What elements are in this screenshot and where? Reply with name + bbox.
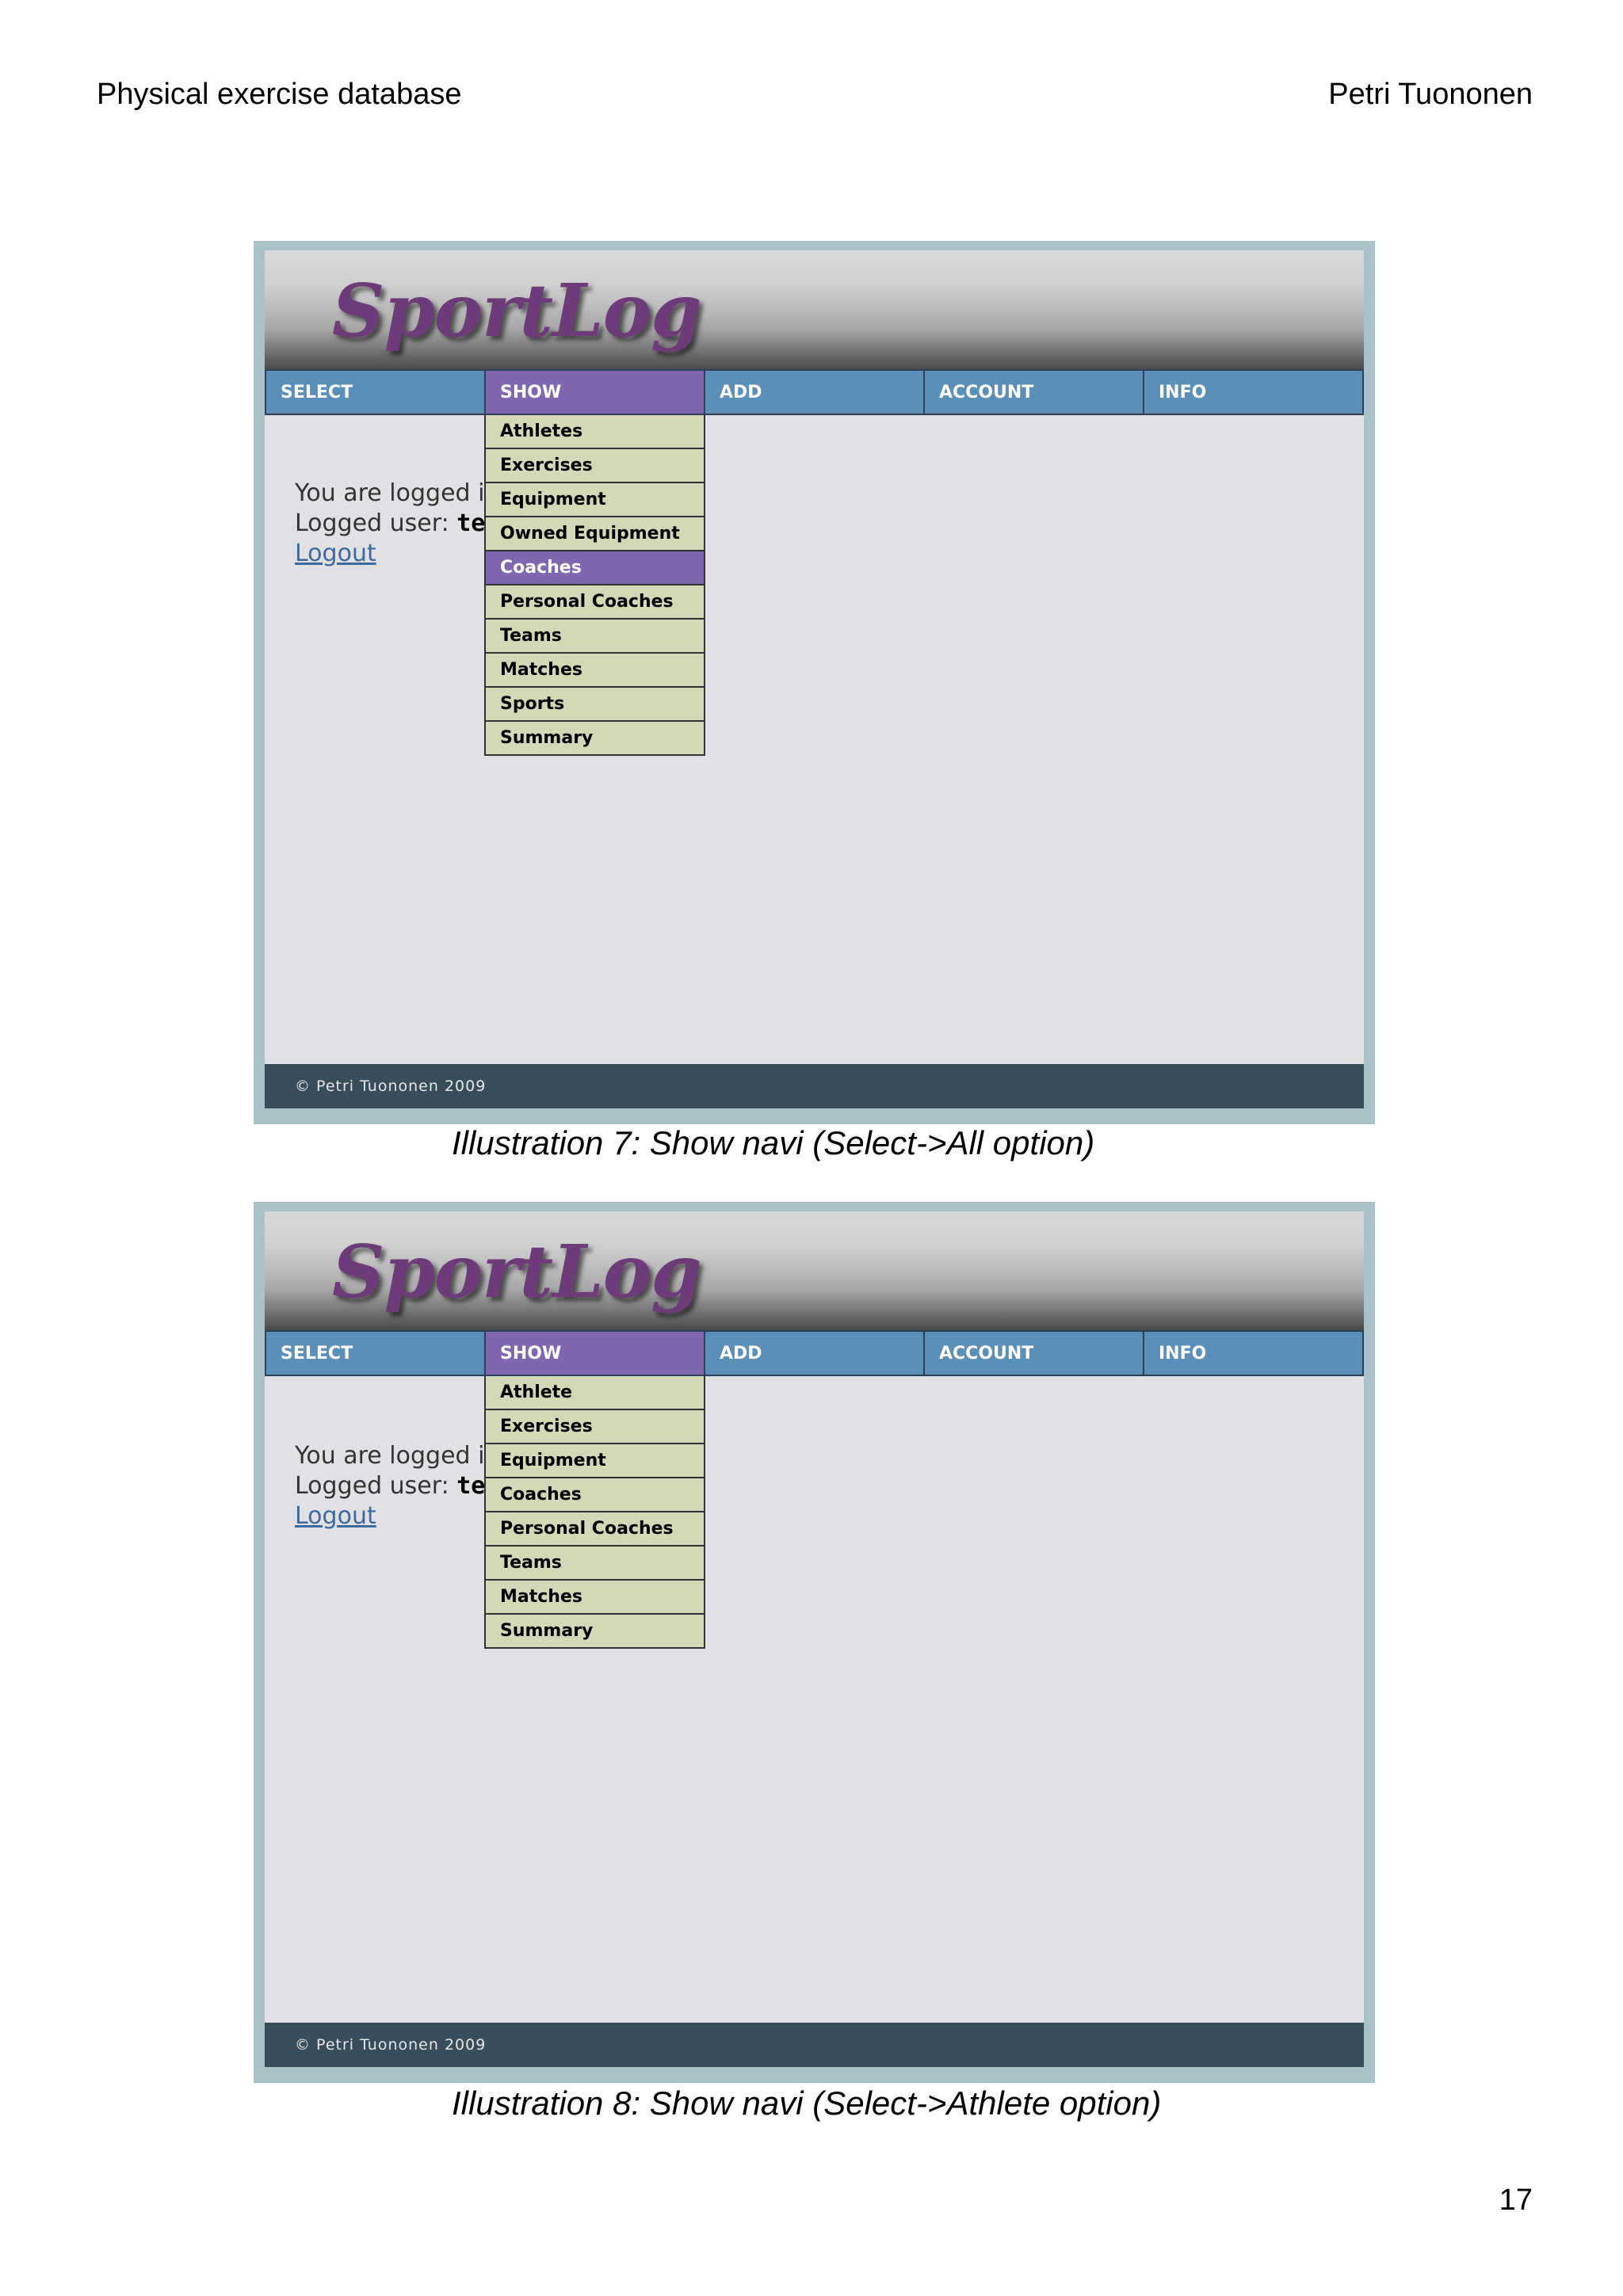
document-header-title: Physical exercise database	[97, 78, 462, 111]
page-number: 17	[1499, 2183, 1533, 2217]
main-nav: SELECT SHOW ADD ACCOUNT INFO	[265, 1330, 1364, 1376]
nav-show[interactable]: SHOW	[486, 1332, 705, 1375]
logout-link[interactable]: Logout	[295, 539, 484, 569]
menu-item-athletes[interactable]: Athletes	[486, 415, 704, 449]
menu-item-coaches[interactable]: Coaches	[486, 1478, 704, 1512]
nav-add[interactable]: ADD	[705, 1332, 925, 1375]
banner: SportLog	[265, 1211, 1364, 1330]
menu-item-owned-equipment[interactable]: Owned Equipment	[486, 517, 704, 551]
show-dropdown-menu: Athletes Exercises Equipment Owned Equip…	[484, 415, 705, 756]
menu-item-summary[interactable]: Summary	[486, 1615, 704, 1649]
nav-info[interactable]: INFO	[1144, 1332, 1364, 1375]
logged-user-name: test	[456, 1472, 484, 1500]
menu-item-teams[interactable]: Teams	[486, 620, 704, 654]
sportlog-logo: SportLog	[332, 1229, 701, 1314]
menu-item-athlete[interactable]: Athlete	[486, 1376, 704, 1410]
logout-link[interactable]: Logout	[295, 1501, 484, 1531]
document-header-author: Petri Tuononen	[1328, 78, 1533, 111]
menu-item-personal-coaches[interactable]: Personal Coaches	[486, 1512, 704, 1547]
logged-user-name: test	[456, 509, 484, 537]
nav-show[interactable]: SHOW	[486, 371, 705, 414]
menu-item-summary[interactable]: Summary	[486, 722, 704, 756]
menu-item-personal-coaches[interactable]: Personal Coaches	[486, 585, 704, 620]
login-message: You are logged in	[295, 479, 484, 507]
illustration-8-screenshot: SportLog SELECT SHOW ADD ACCOUNT INFO Yo…	[254, 1202, 1375, 2083]
login-message: You are logged in	[295, 1442, 484, 1470]
menu-item-coaches[interactable]: Coaches	[486, 551, 704, 585]
illustration-7-caption: Illustration 7: Show navi (Select->All o…	[452, 1124, 1095, 1161]
logged-user-label: Logged user:	[295, 1472, 449, 1500]
app-footer: © Petri Tuononen 2009	[265, 1064, 1364, 1108]
menu-item-matches[interactable]: Matches	[486, 654, 704, 688]
nav-select[interactable]: SELECT	[265, 371, 486, 414]
banner: SportLog	[265, 250, 1364, 369]
main-nav: SELECT SHOW ADD ACCOUNT INFO	[265, 369, 1364, 415]
sportlog-app: SportLog SELECT SHOW ADD ACCOUNT INFO Yo…	[265, 250, 1364, 1108]
menu-item-matches[interactable]: Matches	[486, 1581, 704, 1615]
logged-user-line: Logged user: test	[295, 1471, 484, 1501]
menu-item-equipment[interactable]: Equipment	[486, 483, 704, 517]
menu-item-teams[interactable]: Teams	[486, 1547, 704, 1581]
app-footer: © Petri Tuononen 2009	[265, 2023, 1364, 2067]
login-status: You are logged in Logged user: test Logo…	[295, 1441, 484, 1531]
nav-add[interactable]: ADD	[705, 371, 925, 414]
nav-account[interactable]: ACCOUNT	[925, 1332, 1144, 1375]
logged-user-label: Logged user:	[295, 509, 449, 537]
sportlog-logo: SportLog	[332, 268, 701, 353]
nav-account[interactable]: ACCOUNT	[925, 371, 1144, 414]
sportlog-app: SportLog SELECT SHOW ADD ACCOUNT INFO Yo…	[265, 1211, 1364, 2067]
show-dropdown-menu: Athlete Exercises Equipment Coaches Pers…	[484, 1376, 705, 1649]
menu-item-exercises[interactable]: Exercises	[486, 1410, 704, 1444]
logged-user-line: Logged user: test	[295, 509, 484, 539]
illustration-7-screenshot: SportLog SELECT SHOW ADD ACCOUNT INFO Yo…	[254, 241, 1375, 1124]
menu-item-sports[interactable]: Sports	[486, 688, 704, 722]
menu-item-equipment[interactable]: Equipment	[486, 1444, 704, 1478]
illustration-8-caption: Illustration 8: Show navi (Select->Athle…	[452, 2084, 1162, 2122]
nav-select[interactable]: SELECT	[265, 1332, 486, 1375]
menu-item-exercises[interactable]: Exercises	[486, 449, 704, 483]
login-status: You are logged in Logged user: test Logo…	[295, 479, 484, 569]
nav-info[interactable]: INFO	[1144, 371, 1364, 414]
